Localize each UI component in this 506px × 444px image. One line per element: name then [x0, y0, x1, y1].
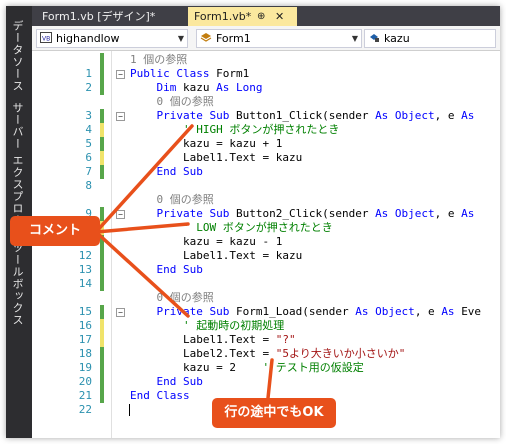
- arrow-to-line19-comment: [266, 358, 274, 400]
- midline-callout: 行の途中でもOK: [212, 398, 336, 428]
- arrow-to-line16-comment: [94, 230, 190, 318]
- arrow-to-line4-comment: [94, 124, 194, 234]
- arrow-to-line10-comment: [94, 222, 190, 234]
- comment-callout: コメント: [10, 216, 100, 246]
- ide-window: データソース サーバー エクスプローラー ツールボックス Form1.vb [デ…: [6, 6, 500, 438]
